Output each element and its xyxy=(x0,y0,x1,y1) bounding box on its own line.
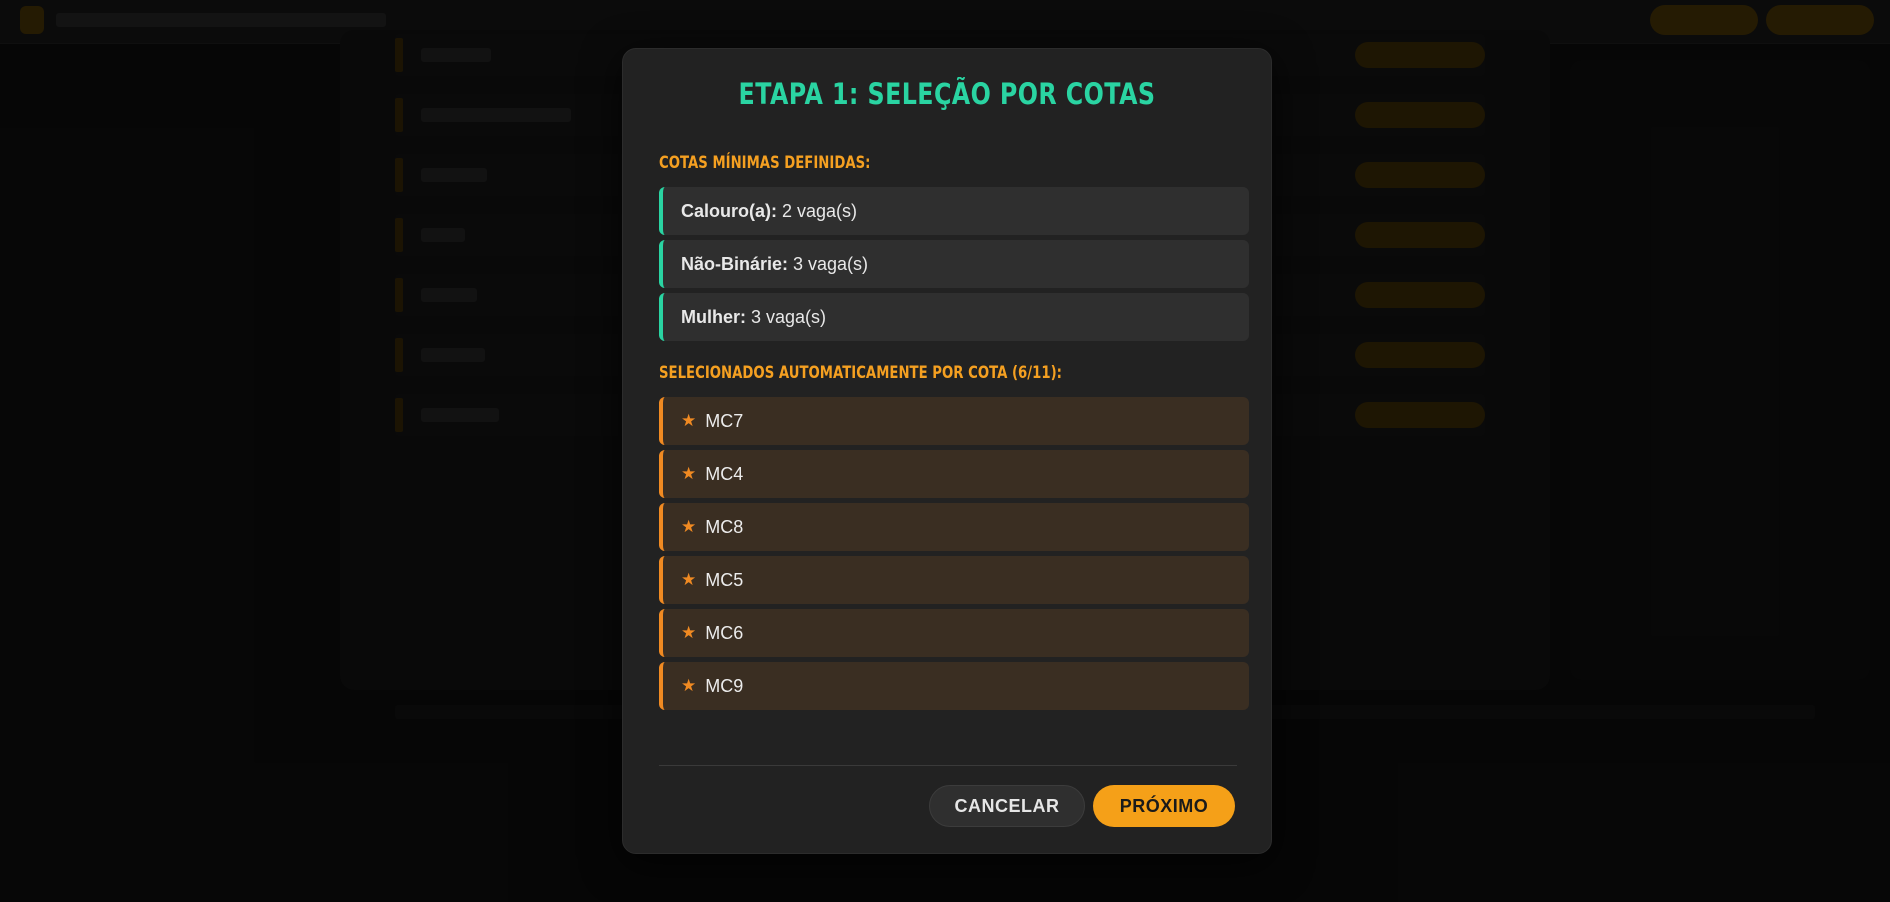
selected-name: MC4 xyxy=(705,463,744,484)
selected-item: ★ MC4 xyxy=(659,450,1249,498)
quota-item: Mulher: 3 vaga(s) xyxy=(659,293,1249,341)
quotas-heading: COTAS MÍNIMAS DEFINIDAS: xyxy=(659,153,871,173)
selected-item: ★ MC5 xyxy=(659,556,1249,604)
quota-name: Mulher: xyxy=(681,306,746,327)
selected-list: ★ MC7 ★ MC4 ★ MC8 ★ MC5 ★ MC6 ★ MC9 xyxy=(659,397,1249,715)
selected-name: MC9 xyxy=(705,675,744,696)
star-icon: ★ xyxy=(681,464,697,484)
quota-value: 3 vaga(s) xyxy=(751,306,827,327)
quota-list: Calouro(a): 2 vaga(s) Não-Binárie: 3 vag… xyxy=(659,187,1249,346)
quota-name: Não-Binárie: xyxy=(681,253,789,274)
selected-name: MC8 xyxy=(705,516,744,537)
modal-title: ETAPA 1: SELEÇÃO POR COTAS xyxy=(738,77,1156,111)
quota-value: 2 vaga(s) xyxy=(782,200,858,221)
quota-selection-modal: ETAPA 1: SELEÇÃO POR COTAS COTAS MÍNIMAS… xyxy=(622,48,1272,854)
selected-item: ★ MC9 xyxy=(659,662,1249,710)
next-button[interactable]: PRÓXIMO xyxy=(1093,785,1235,827)
quota-value: 3 vaga(s) xyxy=(793,253,869,274)
selected-name: MC6 xyxy=(705,622,744,643)
star-icon: ★ xyxy=(681,570,697,590)
selected-item: ★ MC6 xyxy=(659,609,1249,657)
star-icon: ★ xyxy=(681,623,697,643)
selected-name: MC5 xyxy=(705,569,744,590)
star-icon: ★ xyxy=(681,411,697,431)
selected-heading: SELECIONADOS AUTOMATICAMENTE POR COTA (6… xyxy=(659,363,1062,383)
footer-divider xyxy=(659,765,1237,766)
star-icon: ★ xyxy=(681,676,697,696)
selected-item: ★ MC8 xyxy=(659,503,1249,551)
quota-item: Não-Binárie: 3 vaga(s) xyxy=(659,240,1249,288)
quota-name: Calouro(a): xyxy=(681,200,777,221)
cancel-button[interactable]: CANCELAR xyxy=(929,785,1085,827)
selected-item: ★ MC7 xyxy=(659,397,1249,445)
star-icon: ★ xyxy=(681,517,697,537)
selected-name: MC7 xyxy=(705,410,744,431)
quota-item: Calouro(a): 2 vaga(s) xyxy=(659,187,1249,235)
